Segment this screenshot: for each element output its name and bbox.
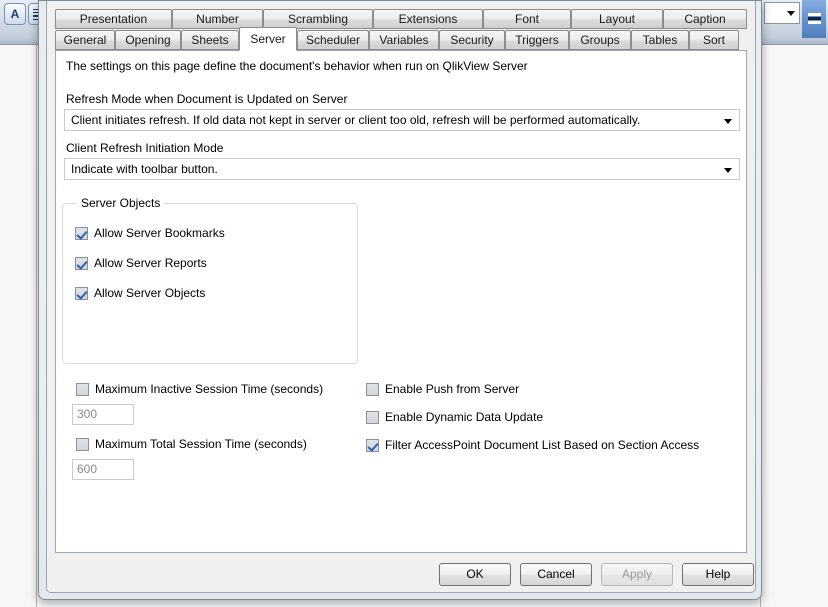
checkbox-maximum-inactive-session-time-seconds[interactable]: Maximum Inactive Session Time (seconds)	[76, 382, 323, 396]
document-properties-dialog: Presentation Number Scrambling Extensions Fo…	[38, 0, 762, 600]
tab-row-upper: Presentation Number Scrambling Extensions Fo…	[55, 9, 747, 30]
tab-triggers[interactable]: Triggers	[505, 30, 569, 50]
tab-extensions[interactable]: Extensions	[373, 9, 483, 29]
checkbox-maximum-total-session-time-seconds[interactable]: Maximum Total Session Time (seconds)	[76, 437, 307, 451]
page-description: The settings on this page define the doc…	[66, 59, 528, 73]
checkbox-indicator[interactable]	[76, 382, 89, 396]
background-document-left	[0, 45, 37, 607]
refresh-mode-value: Client initiates refresh. If old data no…	[71, 113, 641, 127]
tab-general[interactable]: General	[55, 30, 115, 50]
button-apply: Apply	[601, 563, 673, 586]
refresh-mode-label: Refresh Mode when Document is Updated on…	[66, 92, 348, 106]
checkbox-label: Enable Dynamic Data Update	[385, 410, 544, 424]
tab-layout[interactable]: Layout	[571, 9, 663, 29]
background-document-right	[760, 45, 828, 607]
dialog-inner-frame: Presentation Number Scrambling Extensions Fo…	[46, 1, 756, 593]
client-refresh-mode-value: Indicate with toolbar button.	[71, 162, 218, 176]
dialog-footer: OK Cancel Apply Help	[47, 557, 757, 593]
button-cancel[interactable]: Cancel	[520, 563, 592, 586]
checkbox-indicator[interactable]	[75, 256, 88, 270]
server-objects-group-label: Server Objects	[77, 196, 165, 210]
text-format-glyph: A	[10, 7, 20, 21]
tab-variables[interactable]: Variables	[369, 30, 439, 50]
checkbox-label: Allow Server Objects	[94, 286, 206, 300]
checkbox-enable-dynamic-data-update[interactable]: Enable Dynamic Data Update	[366, 410, 543, 424]
checkbox-indicator[interactable]	[75, 286, 88, 300]
checkbox-indicator[interactable]	[76, 437, 89, 451]
tab-row-lower: General Opening Sheets Server Scheduler Varia…	[55, 27, 747, 51]
refresh-mode-combobox[interactable]: Client initiates refresh. If old data no…	[64, 109, 740, 131]
checkbox-label: Enable Push from Server	[385, 382, 520, 396]
client-refresh-mode-label: Client Refresh Initiation Mode	[66, 141, 224, 155]
text-format-icon[interactable]: A	[4, 3, 26, 25]
checkbox-indicator[interactable]	[366, 382, 379, 396]
server-objects-group: Server Objects Allow Server Bookmarks All…	[62, 196, 358, 364]
checkbox-label: Filter AccessPoint Document List Based o…	[385, 438, 700, 452]
tab-number[interactable]: Number	[172, 9, 263, 29]
input-maximum-inactive-session-time-seconds[interactable]: 300	[72, 404, 134, 425]
tab-scheduler[interactable]: Scheduler	[297, 30, 369, 50]
button-help[interactable]: Help	[682, 563, 754, 586]
checkbox-label: Maximum Inactive Session Time (seconds)	[95, 382, 324, 396]
tab-presentation[interactable]: Presentation	[55, 9, 172, 29]
client-refresh-mode-combobox[interactable]: Indicate with toolbar button.	[64, 158, 740, 180]
background-dropdown[interactable]	[764, 2, 800, 24]
checkbox-label: Maximum Total Session Time (seconds)	[95, 437, 307, 451]
highlight-icon[interactable]	[802, 0, 826, 38]
chevron-down-icon	[724, 119, 732, 124]
tab-scrambling[interactable]: Scrambling	[263, 9, 373, 29]
tab-server[interactable]: Server	[239, 27, 297, 51]
tab-sort[interactable]: Sort	[689, 30, 739, 50]
tab-font[interactable]: Font	[483, 9, 571, 29]
highlight-glyph	[807, 13, 821, 25]
checkbox-indicator[interactable]	[366, 410, 379, 424]
checkbox-enable-push-from-server[interactable]: Enable Push from Server	[366, 382, 519, 396]
tab-security[interactable]: Security	[439, 30, 505, 50]
checkbox-indicator[interactable]	[75, 226, 88, 240]
tab-groups[interactable]: Groups	[569, 30, 631, 50]
server-settings-panel: The settings on this page define the doc…	[55, 50, 747, 553]
checkbox-allow-server-bookmarks[interactable]: Allow Server Bookmarks	[75, 226, 225, 240]
checkbox-label: Allow Server Reports	[94, 256, 207, 270]
checkbox-allow-server-objects[interactable]: Allow Server Objects	[75, 286, 205, 300]
checkbox-allow-server-reports[interactable]: Allow Server Reports	[75, 256, 207, 270]
chevron-down-icon	[724, 168, 732, 173]
tab-sheets[interactable]: Sheets	[181, 30, 239, 50]
checkbox-filter-accesspoint-document-list-based-on-section-access[interactable]: Filter AccessPoint Document List Based o…	[366, 438, 699, 452]
button-ok[interactable]: OK	[439, 563, 511, 586]
chevron-down-icon	[787, 11, 795, 16]
input-maximum-total-session-time-seconds[interactable]: 600	[72, 459, 134, 480]
checkbox-label: Allow Server Bookmarks	[94, 226, 225, 240]
tab-strip: Presentation Number Scrambling Extensions Fo…	[55, 9, 747, 51]
tab-tables[interactable]: Tables	[631, 30, 689, 50]
tab-caption[interactable]: Caption	[663, 9, 747, 29]
checkbox-indicator[interactable]	[366, 438, 379, 452]
tab-opening[interactable]: Opening	[115, 30, 181, 50]
